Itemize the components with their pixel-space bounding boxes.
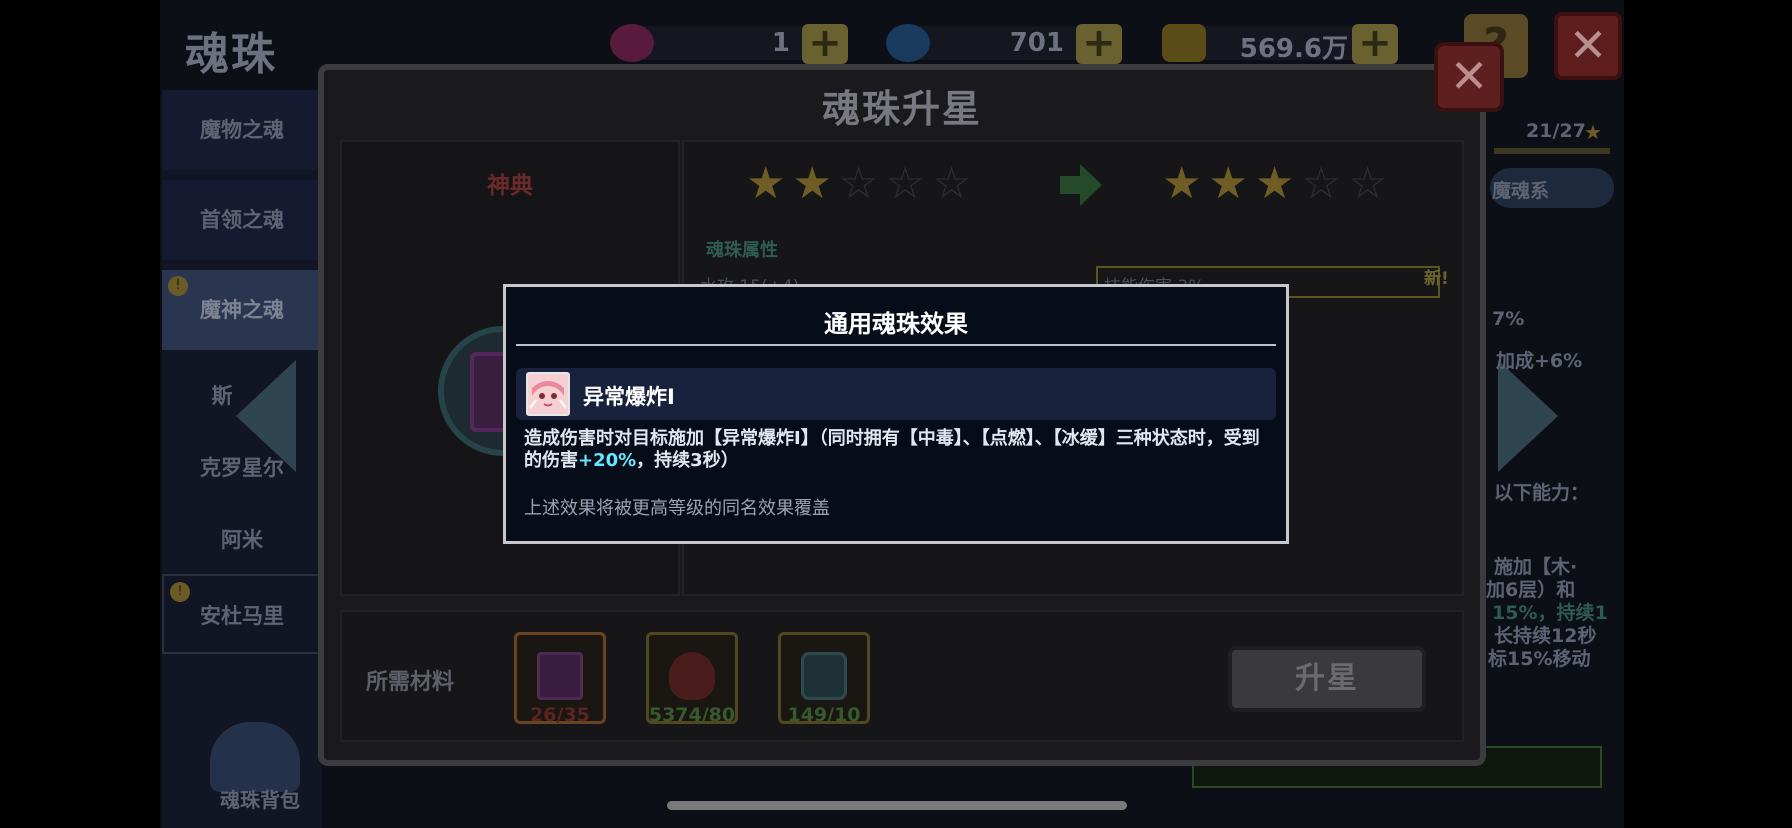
effect-desc-highlight: +20% <box>578 450 637 471</box>
effect-portrait-icon <box>526 372 570 416</box>
dialog-title: 通用魂珠效果 <box>824 310 968 338</box>
effect-name: 异常爆炸Ⅰ <box>583 385 675 409</box>
dialog-divider <box>516 344 1276 346</box>
effect-description: 造成伤害时对目标施加【异常爆炸Ⅰ】（同时拥有【中毒】、【点燃】、【冰缓】三种状态… <box>524 428 1274 472</box>
effect-note: 上述效果将被更高等级的同名效果覆盖 <box>524 498 830 519</box>
effect-desc-text-end: ，持续3秒） <box>636 450 739 471</box>
